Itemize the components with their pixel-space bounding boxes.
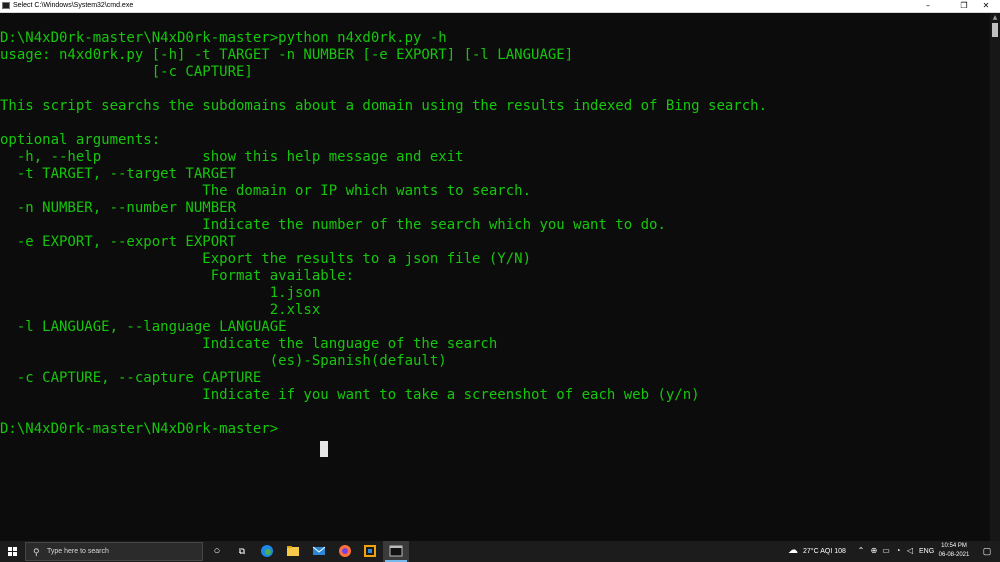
- cmd-icon[interactable]: [389, 544, 403, 558]
- file-explorer-icon[interactable]: [286, 544, 300, 558]
- terminal-line: Format available:: [0, 268, 355, 284]
- terminal-line: Indicate if you want to take a screensho…: [0, 387, 700, 403]
- terminal-line: D:\N4xD0rk-master\N4xD0rk-master>python …: [0, 30, 447, 46]
- windows-logo-icon: [8, 547, 12, 551]
- timeline-icon[interactable]: ⧉: [235, 544, 249, 558]
- clock-time: 10:54 PM: [941, 543, 967, 549]
- close-button[interactable]: ✕: [972, 0, 1000, 12]
- taskbar: ⚲ Type here to search ○ ⧉ ☁ 27°C AQI 108…: [0, 541, 1000, 562]
- terminal-line: The domain or IP which wants to search.: [0, 183, 532, 199]
- mail-icon[interactable]: [312, 544, 326, 558]
- window-titlebar[interactable]: Select C:\Windows\System32\cmd.exe – ❐ ✕: [0, 0, 1000, 13]
- notification-icon[interactable]: ▢: [980, 544, 994, 558]
- console-output[interactable]: D:\N4xD0rk-master\N4xD0rk-master>python …: [0, 13, 990, 541]
- task-view-icon[interactable]: ○: [210, 544, 224, 558]
- clock[interactable]: 10:54 PM 06-08-2021: [934, 542, 974, 560]
- volume-icon[interactable]: ◁: [903, 544, 917, 558]
- terminal-line: Export the results to a json file (Y/N): [0, 251, 532, 267]
- terminal-line: Indicate the number of the search which …: [0, 217, 666, 233]
- terminal-line: This script searchs the subdomains about…: [0, 98, 768, 114]
- scroll-up-arrow-icon[interactable]: ▲: [990, 14, 1000, 22]
- terminal-line: -c CAPTURE, --capture CAPTURE: [0, 370, 262, 386]
- cmd-app-icon: [2, 2, 10, 9]
- terminal-line: -h, --help show this help message and ex…: [0, 149, 464, 165]
- terminal-line: usage: n4xd0rk.py [-h] -t TARGET -n NUMB…: [0, 47, 574, 63]
- taskbar-search-box[interactable]: ⚲ Type here to search: [25, 542, 203, 561]
- terminal-line: -l LANGUAGE, --language LANGUAGE: [0, 319, 287, 335]
- terminal-line: 2.xlsx: [0, 302, 321, 318]
- windows-logo-icon: [8, 552, 12, 556]
- weather-icon[interactable]: ☁: [786, 544, 800, 558]
- terminal-line: -t TARGET, --target TARGET: [0, 166, 237, 182]
- search-placeholder: Type here to search: [47, 548, 109, 555]
- show-hidden-icons-icon[interactable]: ⌃: [854, 544, 868, 558]
- clock-date: 06-08-2021: [938, 552, 970, 558]
- window-title: Select C:\Windows\System32\cmd.exe: [13, 2, 134, 9]
- terminal-line: optional arguments:: [0, 132, 161, 148]
- terminal-line: -e EXPORT, --export EXPORT: [0, 234, 237, 250]
- start-button[interactable]: [0, 541, 24, 562]
- firefox-icon[interactable]: [338, 544, 352, 558]
- terminal-line: [-c CAPTURE]: [0, 64, 253, 80]
- windows-logo-icon: [13, 547, 17, 551]
- virtual-machine-icon[interactable]: [363, 544, 377, 558]
- scrollbar-thumb[interactable]: [992, 23, 998, 37]
- command-prompt[interactable]: D:\N4xD0rk-master\N4xD0rk-master>: [0, 421, 278, 438]
- search-icon: ⚲: [33, 547, 40, 557]
- edge-icon[interactable]: [260, 544, 274, 558]
- windows-logo-icon: [13, 552, 17, 556]
- text-cursor: [320, 441, 328, 457]
- terminal-line: -n NUMBER, --number NUMBER: [0, 200, 237, 216]
- terminal-line: (es)-Spanish(default): [0, 353, 447, 369]
- minimize-button[interactable]: –: [914, 0, 942, 12]
- vertical-scrollbar[interactable]: ▲: [990, 13, 1000, 541]
- language-indicator[interactable]: ENG: [919, 541, 934, 562]
- terminal-line: Indicate the language of the search: [0, 336, 498, 352]
- terminal-line: 1.json: [0, 285, 321, 301]
- weather-text[interactable]: 27°C AQI 108: [803, 541, 846, 562]
